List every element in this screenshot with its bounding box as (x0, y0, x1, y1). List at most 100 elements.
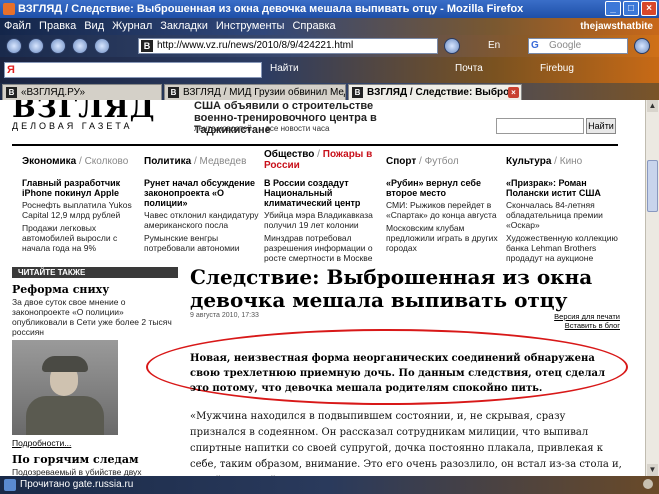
language-indicator[interactable]: En (488, 40, 500, 51)
photo-cap-shape (42, 356, 88, 372)
google-icon: G (531, 40, 545, 52)
maximize-button[interactable]: □ (623, 1, 639, 16)
tab-close-icon[interactable]: × (508, 87, 519, 98)
page-content: ВЗГЛЯД ДЕЛОВАЯ ГАЗЕТА США объявили о стр… (0, 100, 659, 476)
article-tools: Версия для печати Вставить в блог (520, 312, 620, 330)
tab-georgia-news[interactable]: B ВЗГЛЯД / МИД Грузии обвинил Медв... (164, 84, 346, 100)
search-go-icon[interactable] (634, 38, 650, 54)
menu-edit[interactable]: Правка (39, 18, 76, 35)
firefox-window: ВЗГЛЯД / Следствие: Выброшенная из окна … (0, 0, 659, 494)
news-headline[interactable]: Рунет начал обсуждение законопроекта «О … (144, 178, 262, 208)
tab-vzglyad-home[interactable]: B «ВЗГЛЯД.РУ» (2, 84, 162, 100)
site-search-input[interactable] (496, 118, 584, 134)
rubric-sep: / (191, 156, 200, 167)
menu-file[interactable]: Файл (4, 18, 31, 35)
rubric-society[interactable]: Общество / Пожары в России (264, 149, 376, 171)
rubric-culture[interactable]: Культура / Кино (506, 156, 582, 167)
hour-news-link[interactable]: все новости часа (266, 124, 330, 133)
vertical-scrollbar[interactable]: ▲ ▼ (645, 100, 659, 476)
scroll-thumb[interactable] (647, 160, 658, 212)
rubric-sub: Медведев (199, 156, 247, 167)
rubric-main: Экономика (22, 156, 77, 167)
tab-label: ВЗГЛЯД / МИД Грузии обвинил Медв... (183, 87, 346, 98)
rubric-politics[interactable]: Политика / Медведев (144, 156, 246, 167)
news-item[interactable]: Минздрав потребовал разрешения информаци… (264, 233, 382, 263)
top-links: лента новостей все новости часа (194, 124, 329, 133)
title-bar: ВЗГЛЯД / Следствие: Выброшенная из окна … (0, 0, 659, 18)
rubric-economy[interactable]: Экономика / Сколково (22, 156, 128, 167)
rubric-sep: / (551, 156, 560, 167)
url-text: http://www.vz.ru/news/2010/8/9/424221.ht… (157, 40, 354, 51)
menu-view[interactable]: Вид (84, 18, 104, 35)
news-headline[interactable]: «Призрак»: Роман Полански истит США (506, 178, 624, 198)
news-headline[interactable]: В России создадут Национальный климатиче… (264, 178, 382, 208)
rss-icon[interactable] (444, 38, 460, 54)
forward-icon[interactable] (28, 38, 44, 54)
rubric-main: Политика (144, 156, 192, 167)
rubric-sub: Кино (559, 156, 583, 167)
reload-icon[interactable] (50, 38, 66, 54)
sidebar-item-title[interactable]: Реформа сниху (12, 283, 178, 296)
url-bar[interactable]: B http://www.vz.ru/news/2010/8/9/424221.… (138, 38, 438, 54)
site-search-button[interactable]: Найти (586, 118, 616, 134)
news-item[interactable]: Продажи легковых автомобилей выросли с н… (22, 223, 140, 253)
tab-label: ВЗГЛЯД / Следствие: Выбро... (367, 87, 518, 98)
close-button[interactable]: × (641, 1, 657, 16)
news-item[interactable]: Убийца мэра Владикавказа получил 19 лет … (264, 210, 382, 230)
sidebar-item-title[interactable]: По горячим следам (12, 453, 178, 466)
rubric-sub: Футбол (424, 156, 459, 167)
sidebar-item-text: Подозреваемый в убийстве двух милиционер… (12, 467, 142, 476)
news-item[interactable]: Румынские венгры потребовали автономии (144, 233, 262, 253)
news-headline[interactable]: «Рубин» вернул себе второе место (386, 178, 504, 198)
news-item[interactable]: Роснефть выплатила Yukos Capital 12,9 мл… (22, 200, 140, 220)
article-body: «Мужчина находился в подвыпившем состоян… (190, 411, 622, 476)
print-version-link[interactable]: Версия для печати (520, 312, 620, 321)
menu-tools[interactable]: Инструменты (216, 18, 285, 35)
firebug-button[interactable]: Firebug (540, 63, 574, 74)
status-text: Прочитано gate.russia.ru (20, 479, 134, 490)
site-logo[interactable]: ВЗГЛЯД (12, 100, 156, 122)
rubric-bar: Экономика / Сколково Политика / Медведев… (12, 144, 618, 171)
tab-favicon: B (352, 87, 363, 98)
tab-active-article[interactable]: B ВЗГЛЯД / Следствие: Выбро... × (348, 84, 522, 100)
scroll-down-icon[interactable]: ▼ (647, 464, 658, 476)
article-date: 9 августа 2010, 17:33 (190, 312, 259, 319)
photo-body-shape (26, 396, 104, 435)
menu-help[interactable]: Справка (292, 18, 335, 35)
scroll-up-icon[interactable]: ▲ (647, 100, 658, 112)
yandex-find-button[interactable]: Найти (270, 63, 299, 74)
rubric-sport[interactable]: Спорт / Футбол (386, 156, 459, 167)
minimize-button[interactable]: _ (605, 1, 621, 16)
menu-bookmarks[interactable]: Закладки (160, 18, 208, 35)
news-item[interactable]: Московским клубам предложили играть в др… (386, 223, 504, 253)
menu-history[interactable]: Журнал (112, 18, 152, 35)
news-headline[interactable]: Главный разработчик iPhone покинул Apple (22, 178, 140, 198)
news-item[interactable]: Скончалась 84-летняя обладательница прем… (506, 200, 624, 230)
back-icon[interactable] (6, 38, 22, 54)
news-column-politics: Рунет начал обсуждение законопроекта «О … (144, 178, 262, 256)
site-logo-subtitle: ДЕЛОВАЯ ГАЗЕТА (12, 121, 133, 131)
news-feed-link[interactable]: лента новостей (194, 124, 252, 133)
home-icon[interactable] (94, 38, 110, 54)
yandex-toolbar: Я Найти Почта Firebug (0, 57, 659, 83)
mail-button[interactable]: Почта (455, 63, 483, 74)
rubric-main: Культура (506, 156, 552, 167)
tab-favicon: B (168, 87, 179, 98)
navigation-toolbar: B http://www.vz.ru/news/2010/8/9/424221.… (0, 35, 659, 57)
rubric-sep: / (416, 156, 425, 167)
article-title: Следствие: Выброшенная из окна девочка м… (190, 265, 593, 312)
news-column-society: В России создадут Национальный климатиче… (264, 178, 382, 266)
details-link[interactable]: Подробности... (12, 438, 178, 448)
news-item[interactable]: Художественную коллекцию банка Lehman Br… (506, 233, 624, 263)
news-item[interactable]: Чавес отклонил кандидатуру американского… (144, 210, 262, 230)
status-bar: Прочитано gate.russia.ru (0, 476, 659, 494)
google-search-box[interactable]: G Google (528, 38, 628, 54)
resize-grip-icon[interactable] (643, 479, 653, 489)
yandex-search-input[interactable]: Я (4, 62, 262, 78)
theme-brand: thejawsthatbite (580, 21, 653, 32)
police-officer-photo[interactable] (12, 340, 118, 435)
news-item[interactable]: СМИ: Рыжиков перейдет в «Спартак» до кон… (386, 200, 504, 220)
stop-icon[interactable] (72, 38, 88, 54)
blog-insert-link[interactable]: Вставить в блог (520, 321, 620, 330)
search-placeholder: Google (549, 40, 582, 51)
